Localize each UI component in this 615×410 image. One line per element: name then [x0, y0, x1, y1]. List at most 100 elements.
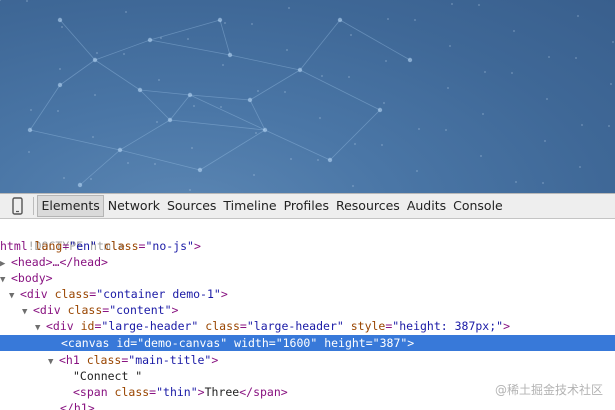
star-dot: [257, 90, 259, 92]
attr-name: class: [103, 239, 139, 253]
tag-end: >: [220, 287, 228, 301]
tab-elements[interactable]: Elements: [37, 195, 105, 217]
network-node: [262, 127, 268, 133]
star-dot: [515, 181, 517, 183]
star-dot: [418, 128, 420, 130]
tab-profiles[interactable]: Profiles: [280, 195, 332, 217]
tab-sources[interactable]: Sources: [163, 195, 219, 217]
dom-node-div-container[interactable]: ▼ <div class="container demo-1">: [9, 286, 228, 302]
dom-node-head[interactable]: ▶ <head>…</head>: [0, 254, 108, 270]
tag-start: <span: [73, 385, 115, 399]
network-line: [59, 19, 96, 61]
star-dot: [478, 4, 480, 6]
triangle-down-icon[interactable]: ▼: [48, 354, 59, 370]
attr-value: "no-js": [145, 239, 194, 253]
dom-node-h1[interactable]: ▼ <h1 class="main-title">: [48, 352, 218, 368]
network-line: [299, 19, 341, 71]
triangle-down-icon[interactable]: ▼: [9, 288, 20, 304]
star-dot: [480, 155, 482, 157]
star-dot: [544, 140, 546, 142]
star-dot: [608, 125, 610, 127]
star-dot: [0, 0, 1, 1]
star-dot: [350, 34, 352, 36]
star-dot: [381, 144, 383, 146]
star-dot: [193, 105, 195, 107]
dom-node-h1-close[interactable]: </h1>: [60, 400, 95, 410]
star-dot: [222, 64, 224, 66]
attr-name: id: [80, 319, 95, 333]
network-line: [139, 89, 171, 121]
star-dot: [511, 72, 513, 74]
tab-timeline[interactable]: Timeline: [220, 195, 280, 217]
triangle-down-icon[interactable]: ▼: [35, 320, 46, 336]
network-line: [119, 119, 171, 151]
star-dot: [352, 185, 354, 187]
tab-network[interactable]: Network: [104, 195, 163, 217]
network-line: [79, 149, 121, 186]
attr-name: class: [114, 385, 150, 399]
star-dot: [59, 68, 61, 70]
attr-name: class: [67, 303, 103, 317]
star-dot: [575, 57, 577, 59]
network-node: [57, 82, 63, 88]
tag-text: <head>…</head>: [11, 255, 108, 269]
network-line: [169, 94, 191, 121]
star-dot: [57, 110, 59, 112]
network-node: [217, 17, 223, 23]
star-dot: [94, 94, 96, 96]
dom-node-text[interactable]: "Connect ": [73, 368, 142, 384]
tag-start: <div: [46, 319, 81, 333]
tab-resources[interactable]: Resources: [332, 195, 403, 217]
network-line: [339, 19, 411, 61]
attr-name: lang: [34, 239, 63, 253]
star-dot: [354, 143, 356, 145]
dom-node-div-large-header[interactable]: ▼ <div id="large-header" class="large-hea…: [35, 318, 510, 334]
tag-text: <body>: [11, 271, 53, 285]
network-line: [139, 89, 191, 96]
tag-start: <div: [33, 303, 68, 317]
tag-end: >: [193, 239, 201, 253]
tag-start: html: [0, 239, 35, 253]
star-dot: [290, 158, 292, 160]
tab-audits[interactable]: Audits: [403, 195, 449, 217]
devtools-tabs: Elements Network Sources Timeline Profil…: [37, 195, 506, 217]
dom-node-div-content[interactable]: ▼ <div class="content">: [22, 302, 178, 318]
dom-node-html[interactable]: html lang="en" class="no-js">: [0, 238, 201, 254]
attr-value: "content": [109, 303, 172, 317]
tab-console[interactable]: Console: [450, 195, 507, 217]
network-node: [57, 17, 63, 23]
attr-value: "large-header": [246, 319, 344, 333]
star-dot: [286, 49, 288, 51]
star-dot: [482, 113, 484, 115]
star-dot: [319, 117, 321, 119]
tag-end: >: [197, 385, 205, 399]
network-node: [167, 117, 173, 123]
star-dot: [451, 3, 453, 5]
network-node: [187, 92, 193, 98]
dom-node-doctype[interactable]: !DOCTYPE html>: [0, 222, 125, 253]
star-dot: [348, 76, 350, 78]
star-dot: [123, 53, 125, 55]
attr-value: "height: 387px;": [392, 319, 504, 333]
star-dot: [383, 102, 385, 104]
tag-close: </span>: [239, 385, 288, 399]
triangle-down-icon[interactable]: ▼: [22, 304, 33, 320]
star-dot: [548, 56, 550, 58]
attr-name: style: [350, 319, 386, 333]
dom-node-body[interactable]: ▼ <body>: [0, 270, 53, 286]
dom-node-canvas-selected[interactable]: <canvas id="demo-canvas" width="1600" he…: [0, 335, 615, 351]
star-dot: [445, 129, 447, 131]
text-node: "Connect ": [73, 369, 143, 383]
dom-node-span[interactable]: <span class="thin">Three</span>: [73, 384, 288, 400]
mobile-device-icon[interactable]: [9, 197, 26, 215]
network-line: [119, 149, 201, 171]
network-node: [297, 67, 303, 73]
attr-name: id: [116, 336, 131, 350]
network-line: [169, 119, 266, 131]
star-dot: [610, 83, 612, 85]
star-dot: [125, 11, 127, 13]
attr-value: "main-title": [128, 353, 212, 367]
star-dot: [220, 106, 222, 108]
network-line: [264, 129, 331, 161]
network-node: [197, 167, 203, 173]
